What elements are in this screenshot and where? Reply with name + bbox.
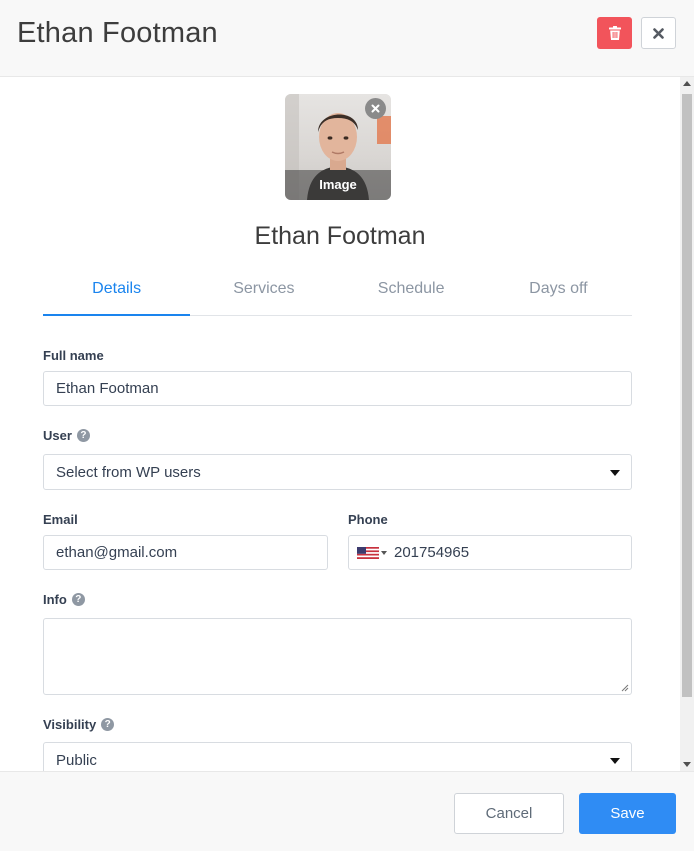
tab-services[interactable]: Services [190,272,337,315]
full-name-value: Ethan Footman [56,380,159,397]
tab-bar: Details Services Schedule Days off [43,272,632,316]
remove-image-button[interactable] [365,98,386,119]
visibility-value: Public [56,751,97,769]
modal-body: Image Ethan Footman Details Services Sch… [0,77,694,771]
tab-details[interactable]: Details [43,272,191,316]
info-textarea[interactable] [43,618,632,695]
tab-days-off[interactable]: Days off [485,272,632,315]
email-field[interactable]: ethan@gmail.com [43,535,328,570]
save-button[interactable]: Save [579,793,676,834]
visibility-label-text: Visibility [43,717,97,732]
avatar-caption: Image [285,170,391,200]
profile-name: Ethan Footman [254,222,426,250]
scroll-down-icon[interactable] [683,762,691,767]
info-label: Info ? [43,592,85,607]
modal-header: Ethan Footman [0,0,694,77]
modal-title: Ethan Footman [17,17,218,49]
question-circle-icon[interactable]: ? [76,429,90,442]
user-label: User ? [43,428,90,443]
close-circle-icon [371,104,380,113]
visibility-select[interactable]: Public [43,742,632,771]
info-label-text: Info [43,592,67,607]
email-value: ethan@gmail.com [56,544,178,561]
full-name-label: Full name [43,348,104,363]
question-circle-icon[interactable]: ? [71,593,85,606]
phone-label: Phone [348,512,388,527]
visibility-label: Visibility ? [43,717,115,732]
close-button[interactable] [641,17,676,49]
full-name-label-text: Full name [43,348,104,363]
us-flag-icon[interactable] [357,547,379,559]
delete-button[interactable] [597,17,632,49]
scrollbar-thumb[interactable] [682,94,692,697]
trash-icon [608,26,621,40]
email-label: Email [43,512,78,527]
user-select-value: Select from WP users [56,463,201,481]
close-icon [653,27,664,39]
cancel-button[interactable]: Cancel [454,793,564,834]
user-label-text: User [43,428,72,443]
resize-handle-icon[interactable] [621,684,629,692]
scroll-up-icon[interactable] [683,81,691,86]
scrollbar[interactable] [680,77,694,771]
caret-down-icon [381,551,387,555]
phone-field[interactable]: 201754965 [348,535,632,570]
email-label-text: Email [43,512,78,527]
full-name-input[interactable]: Ethan Footman [43,371,632,406]
phone-value: 201754965 [394,544,470,561]
question-circle-icon[interactable]: ? [101,718,115,731]
chevron-down-icon [610,470,620,476]
modal-footer: Cancel Save [0,771,694,851]
avatar-upload[interactable]: Image [285,94,391,200]
phone-label-text: Phone [348,512,388,527]
tab-schedule[interactable]: Schedule [338,272,485,315]
chevron-down-icon [610,758,620,764]
user-select[interactable]: Select from WP users [43,454,632,490]
